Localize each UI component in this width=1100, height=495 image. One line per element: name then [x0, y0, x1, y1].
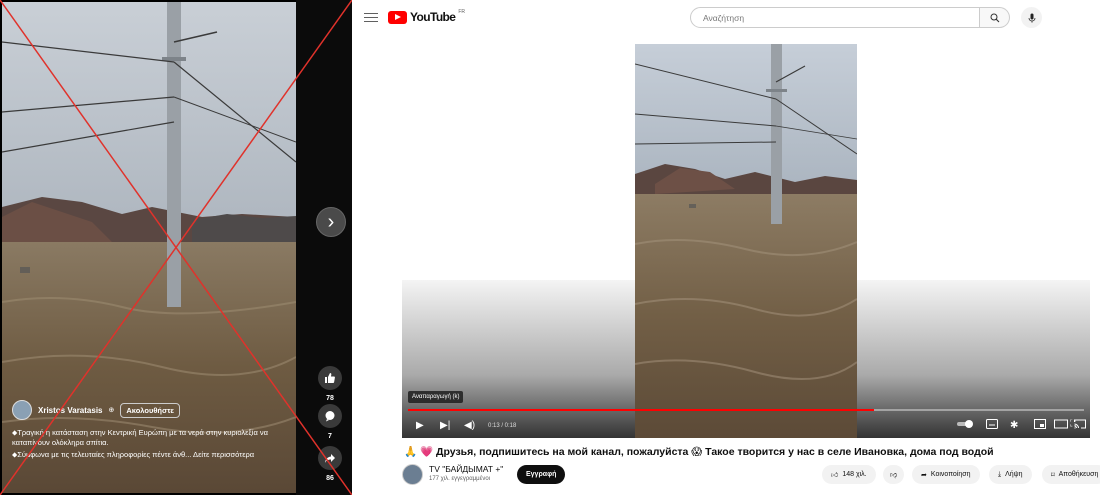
like-action[interactable]: 78 [318, 366, 342, 402]
reel-caption: ⬥Τραγική η κατάσταση στην Κεντρική Ευρώπ… [12, 428, 287, 462]
play-tooltip: Αναπαραγωγή (k) [408, 391, 464, 403]
comment-bubble-icon [318, 404, 342, 428]
channel-avatar[interactable] [402, 464, 423, 485]
chevron-right-icon: › [327, 211, 335, 233]
share-button[interactable]: ➦ Κοινοποίηση [912, 465, 980, 484]
youtube-panel: YouTube FR Αναζήτηση Αναπαραγωγή (k) ▶ ▶… [352, 0, 1100, 495]
video-frame[interactable] [635, 44, 857, 438]
screenshot-root: › 78 7 86 Xristos Varatasis ⊕ Ακολουθήστ… [0, 0, 1100, 495]
follow-button[interactable]: Ακολουθήστε [120, 402, 180, 418]
channel-name[interactable]: TV "БАЙДЫМАТ +" [429, 464, 503, 474]
volume-icon[interactable]: ◀) [464, 419, 475, 433]
youtube-logo-text: YouTube [410, 10, 456, 24]
share-label: Κοινοποίηση [930, 471, 971, 478]
region-code: FR [458, 9, 466, 15]
theater-mode-icon[interactable] [1054, 419, 1068, 434]
dislike-button[interactable]: 👎︎ [883, 465, 905, 484]
author-avatar[interactable] [12, 400, 32, 420]
voice-search-button[interactable] [1021, 7, 1042, 28]
like-count: 148 χιλ. [842, 471, 867, 478]
settings-gear-icon[interactable]: ✱ [1010, 419, 1018, 433]
thumbs-down-icon: 👎︎ [890, 472, 898, 479]
facebook-reel-panel: › 78 7 86 Xristos Varatasis ⊕ Ακολουθήστ… [0, 0, 352, 495]
progress-bar[interactable] [408, 409, 1084, 411]
like-button[interactable]: 👍︎ 148 χιλ. [822, 465, 876, 484]
play-icon[interactable]: ▶ [416, 419, 424, 433]
youtube-play-logo-icon [388, 10, 407, 24]
progress-bar-fill [408, 409, 875, 411]
share-arrow-icon: ➦ [921, 471, 927, 479]
microphone-icon [1028, 13, 1035, 23]
flood-video-still [635, 44, 857, 438]
miniplayer-icon[interactable] [1034, 419, 1046, 434]
channel-row: TV "БАЙДЫМАТ +" 177 χιλ. εγγεγραμμένοι Ε… [402, 463, 1100, 487]
bookmark-icon: ⌑ [1051, 471, 1055, 479]
save-label: Αποθήκευση [1058, 471, 1099, 478]
subscribe-button[interactable]: Εγγραφή [517, 465, 566, 484]
youtube-logo[interactable]: YouTube FR [388, 9, 466, 24]
share-arrow-icon [318, 446, 342, 470]
reel-author: Xristos Varatasis ⊕ Ακολουθήστε [12, 400, 180, 420]
caption-line: ⬥Τραγική η κατάσταση στην Κεντρική Ευρώπ… [12, 428, 268, 447]
save-button[interactable]: ⌑ Αποθήκευση [1042, 465, 1100, 484]
hamburger-menu-icon[interactable] [364, 10, 378, 24]
autoplay-toggle-icon[interactable] [956, 419, 974, 434]
thumbs-up-icon [318, 366, 342, 390]
search-input[interactable]: Αναζήτηση [690, 7, 980, 28]
download-label: Λήψη [1005, 471, 1023, 478]
subtitles-icon[interactable] [986, 419, 998, 434]
next-reel-button[interactable]: › [316, 207, 346, 237]
subscriber-count: 177 χιλ. εγγεγραμμένοι [429, 476, 490, 482]
author-name[interactable]: Xristos Varatasis [38, 406, 102, 415]
share-action[interactable]: 86 [318, 446, 342, 482]
caption-line-see-more[interactable]: ⬥Σύμφωνα με τις τελευταίες πληροφορίες π… [12, 450, 287, 460]
thumbs-up-icon: 👍︎ [831, 472, 839, 479]
download-icon: ⤓ [998, 470, 1002, 478]
fullscreen-icon[interactable]: ⛶ [1070, 418, 1076, 429]
search-button[interactable] [980, 7, 1010, 28]
player-controls: ▶ ▶| ◀) 0:13 / 0:18 ✱ [402, 416, 1090, 436]
comment-action[interactable]: 7 [318, 404, 342, 440]
globe-icon: ⊕ [108, 407, 115, 414]
time-display: 0:13 / 0:18 [488, 423, 517, 429]
search-icon [990, 13, 999, 22]
download-button[interactable]: ⤓ Λήψη [989, 465, 1032, 484]
video-title: 🙏 💗 Друзья, подпишитесь на мой канал, по… [404, 446, 994, 458]
video-player[interactable]: Αναπαραγωγή (k) ▶ ▶| ◀) 0:13 / 0:18 ✱ [402, 44, 1090, 438]
next-video-icon[interactable]: ▶| [440, 419, 450, 433]
share-count: 86 [326, 475, 334, 482]
like-count: 78 [326, 395, 334, 402]
comment-count: 7 [328, 433, 332, 440]
